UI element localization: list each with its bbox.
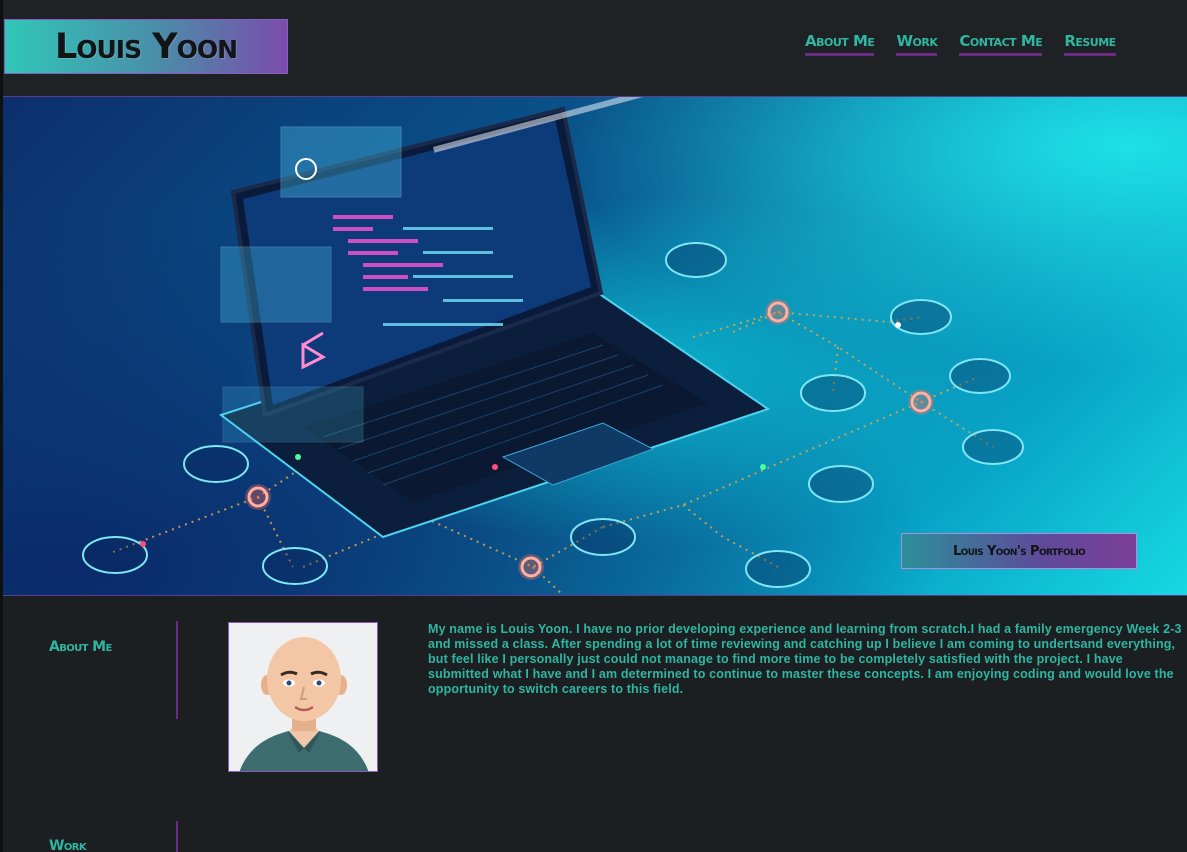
- site-header: Louis Yoon About Me Work Contact Me Resume: [3, 0, 1187, 97]
- cartoon-avatar-icon: [228, 622, 378, 772]
- about-divider: [176, 621, 178, 719]
- work-section: Work: [3, 796, 1187, 852]
- nav-contact-me[interactable]: Contact Me: [959, 32, 1043, 56]
- hero-banner: Louis Yoon's Portfolio: [3, 97, 1187, 596]
- about-section-label: About Me: [49, 639, 112, 655]
- laptop-network-illustration: [82, 97, 1024, 595]
- nav-resume[interactable]: Resume: [1064, 32, 1116, 56]
- portfolio-badge: Louis Yoon's Portfolio: [901, 533, 1137, 569]
- main-nav: About Me Work Contact Me Resume: [799, 31, 1187, 57]
- site-logo[interactable]: Louis Yoon: [4, 19, 288, 74]
- nav-work[interactable]: Work: [896, 32, 938, 56]
- logo-text: Louis Yoon: [54, 26, 238, 67]
- nav-about-me[interactable]: About Me: [805, 32, 875, 56]
- portfolio-badge-text: Louis Yoon's Portfolio: [952, 543, 1086, 559]
- work-section-label: Work: [49, 838, 87, 852]
- work-divider: [176, 821, 178, 852]
- about-section: About Me My name is Louis Yoon. I have n…: [3, 596, 1187, 796]
- about-bio-text: My name is Louis Yoon. I have no prior d…: [428, 622, 1182, 696]
